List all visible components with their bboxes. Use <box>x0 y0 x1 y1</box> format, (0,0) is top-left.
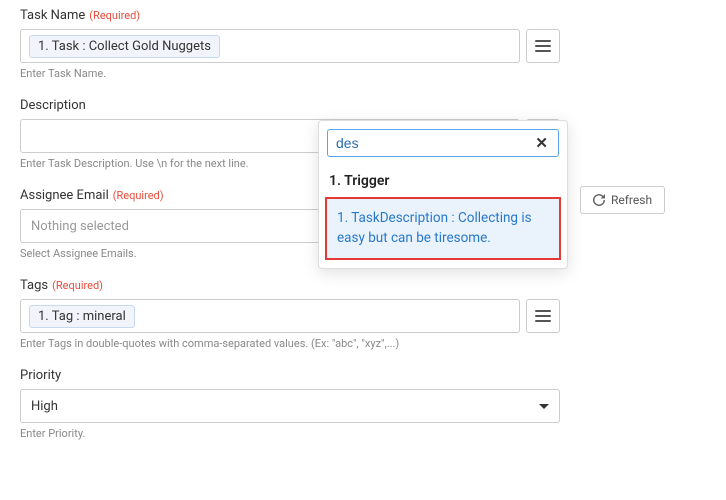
refresh-icon <box>593 194 605 206</box>
assignee-email-placeholder: Nothing selected <box>31 219 129 234</box>
popover-variable-item[interactable]: 1. TaskDescription : Collecting is easy … <box>325 197 561 260</box>
chevron-down-icon <box>539 404 549 409</box>
required-tag: (Required) <box>52 279 103 292</box>
task-name-input[interactable]: 1. Task : Collect Gold Nuggets <box>20 29 520 63</box>
tags-chip[interactable]: 1. Tag : mineral <box>29 305 135 328</box>
task-name-label: Task Name (Required) <box>20 8 560 23</box>
hamburger-icon <box>535 39 551 53</box>
refresh-button[interactable]: Refresh <box>580 186 665 214</box>
popover-search-input[interactable] <box>336 135 533 151</box>
refresh-label: Refresh <box>611 193 652 207</box>
label-text: Priority <box>20 368 61 383</box>
priority-value: High <box>31 399 58 414</box>
description-label: Description <box>20 98 560 113</box>
tags-input[interactable]: 1. Tag : mineral <box>20 299 520 333</box>
popover-heading: 1. Trigger <box>327 167 559 197</box>
priority-select[interactable]: High <box>20 389 560 423</box>
label-text: Assignee Email <box>20 188 109 203</box>
task-name-helper: Enter Task Name. <box>20 67 560 80</box>
task-name-row: 1. Task : Collect Gold Nuggets <box>20 29 560 63</box>
tags-menu-button[interactable] <box>526 299 560 333</box>
variable-popover: ✕ 1. Trigger 1. TaskDescription : Collec… <box>318 120 568 269</box>
clear-search-icon[interactable]: ✕ <box>533 134 550 152</box>
required-tag: (Required) <box>89 9 140 22</box>
task-name-menu-button[interactable] <box>526 29 560 63</box>
task-name-chip[interactable]: 1. Task : Collect Gold Nuggets <box>29 35 220 58</box>
label-text: Description <box>20 98 86 113</box>
form-container: Task Name (Required) 1. Task : Collect G… <box>20 8 726 440</box>
popover-search-box[interactable]: ✕ <box>327 129 559 157</box>
field-priority: Priority High Enter Priority. <box>20 368 560 440</box>
required-tag: (Required) <box>113 189 164 202</box>
priority-row: High <box>20 389 560 423</box>
hamburger-icon <box>535 309 551 323</box>
tags-helper: Enter Tags in double-quotes with comma-s… <box>20 337 560 350</box>
priority-helper: Enter Priority. <box>20 427 560 440</box>
field-tags: Tags (Required) 1. Tag : mineral Enter T… <box>20 278 560 350</box>
label-text: Task Name <box>20 8 85 23</box>
tags-row: 1. Tag : mineral <box>20 299 560 333</box>
priority-label: Priority <box>20 368 560 383</box>
field-task-name: Task Name (Required) 1. Task : Collect G… <box>20 8 560 80</box>
tags-label: Tags (Required) <box>20 278 560 293</box>
label-text: Tags <box>20 278 48 293</box>
